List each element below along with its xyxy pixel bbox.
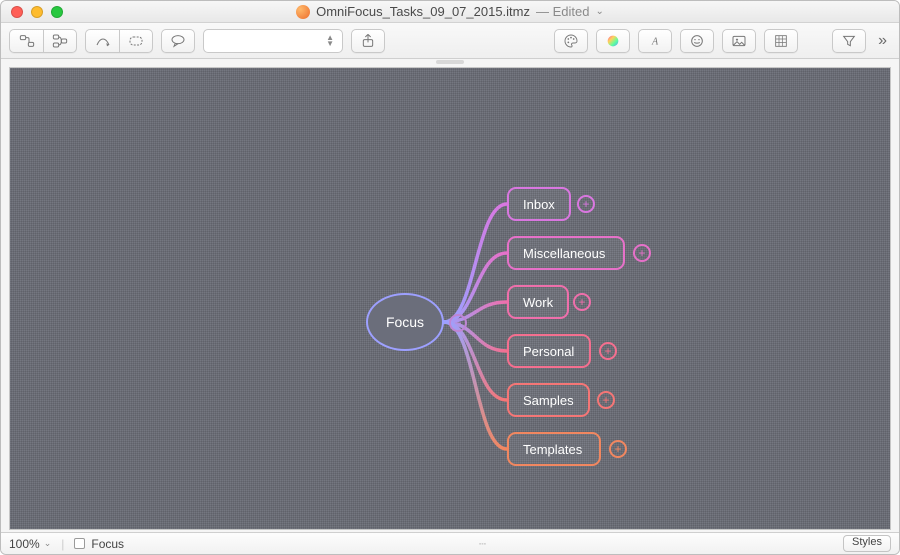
breadcrumb[interactable]: Focus — [74, 537, 124, 551]
boundary-icon — [128, 33, 144, 49]
central-topic[interactable]: Focus — [366, 293, 444, 351]
branch-topic-label: Miscellaneous — [523, 246, 605, 261]
palette-button[interactable] — [554, 29, 588, 53]
callout-icon — [170, 33, 186, 49]
document-icon — [296, 5, 310, 19]
toolbar: ▲▼ A » — [1, 23, 899, 59]
branch-topic-label: Work — [523, 295, 553, 310]
branch-link — [444, 322, 507, 449]
mindmap-canvas[interactable]: Focus − Inbox + Miscellaneous + Work + Personal +… — [9, 67, 891, 530]
palette-icon — [563, 33, 579, 49]
close-window-button[interactable] — [11, 6, 23, 18]
branch-topic[interactable]: Miscellaneous — [507, 236, 625, 270]
filter-icon — [841, 33, 857, 49]
document-edited-indicator: — Edited — [536, 4, 589, 19]
add-sibling-topic-button[interactable] — [43, 29, 77, 53]
titlebar: OmniFocus_Tasks_09_07_2015.itmz — Edited… — [1, 1, 899, 23]
branch-topic-label: Samples — [523, 393, 574, 408]
filter-button[interactable] — [832, 29, 866, 53]
split-handle[interactable] — [436, 60, 464, 64]
share-icon — [360, 33, 376, 49]
add-boundary-button[interactable] — [119, 29, 153, 53]
expand-toggle[interactable]: + — [599, 342, 617, 360]
branch-topic[interactable]: Inbox — [507, 187, 571, 221]
minimize-window-button[interactable] — [31, 6, 43, 18]
zoom-window-button[interactable] — [51, 6, 63, 18]
breadcrumb-root-label: Focus — [91, 537, 124, 551]
mindmap: Focus − Inbox + Miscellaneous + Work + Personal +… — [10, 68, 890, 529]
zoom-value: 100% — [9, 537, 40, 551]
styles-panel-button[interactable]: Styles — [843, 535, 891, 552]
branch-topic-label: Personal — [523, 344, 574, 359]
window-controls — [1, 6, 63, 18]
image-button[interactable] — [722, 29, 756, 53]
table-button[interactable] — [764, 29, 798, 53]
emoji-button[interactable] — [680, 29, 714, 53]
expand-toggle[interactable]: + — [573, 293, 591, 311]
color-wheel-icon — [605, 33, 621, 49]
share-button[interactable] — [351, 29, 385, 53]
add-child-topic-button[interactable] — [9, 29, 43, 53]
branch-topic[interactable]: Samples — [507, 383, 590, 417]
branch-topic-label: Inbox — [523, 197, 555, 212]
expand-toggle[interactable]: + — [633, 244, 651, 262]
branch-topic[interactable]: Templates — [507, 432, 601, 466]
expand-toggle[interactable]: + — [577, 195, 595, 213]
chevron-down-icon: ⌄ — [44, 538, 52, 549]
updown-chevron-icon: ▲▼ — [326, 35, 334, 47]
sibling-topic-icon — [52, 33, 68, 49]
title-menu-chevron-icon: ⌄ — [595, 6, 603, 17]
relationship-icon — [95, 33, 111, 49]
window-title: OmniFocus_Tasks_09_07_2015.itmz — Edited… — [1, 4, 899, 19]
color-button[interactable] — [596, 29, 630, 53]
grid-icon — [773, 33, 789, 49]
image-icon — [731, 33, 747, 49]
branch-topic-label: Templates — [523, 442, 582, 457]
expand-toggle[interactable]: + — [609, 440, 627, 458]
add-relationship-button[interactable] — [85, 29, 119, 53]
app-window: OmniFocus_Tasks_09_07_2015.itmz — Edited… — [0, 0, 900, 555]
style-popup[interactable]: ▲▼ — [203, 29, 343, 53]
topic-buttons-group — [9, 29, 77, 53]
branch-topic[interactable]: Personal — [507, 334, 591, 368]
zoom-control[interactable]: 100% ⌄ — [9, 537, 51, 551]
smiley-icon — [689, 33, 705, 49]
child-topic-icon — [19, 33, 35, 49]
status-bar: 100% ⌄ | Focus ┄ Styles — [1, 532, 899, 554]
branch-topic[interactable]: Work — [507, 285, 569, 319]
status-resize-grip[interactable]: ┄ — [134, 537, 833, 551]
central-topic-label: Focus — [386, 314, 424, 330]
collapse-toggle[interactable]: − — [449, 314, 467, 332]
font-button[interactable]: A — [638, 29, 672, 53]
font-icon: A — [647, 33, 663, 49]
document-filename: OmniFocus_Tasks_09_07_2015.itmz — [316, 4, 530, 19]
toolbar-overflow-button[interactable]: » — [874, 32, 891, 50]
relationship-buttons-group — [85, 29, 153, 53]
mindmap-links — [10, 68, 890, 529]
expand-toggle[interactable]: + — [597, 391, 615, 409]
canvas-area: Focus − Inbox + Miscellaneous + Work + Personal +… — [1, 59, 899, 532]
add-callout-button[interactable] — [161, 29, 195, 53]
breadcrumb-root-icon — [74, 538, 85, 549]
svg-text:A: A — [651, 36, 659, 47]
